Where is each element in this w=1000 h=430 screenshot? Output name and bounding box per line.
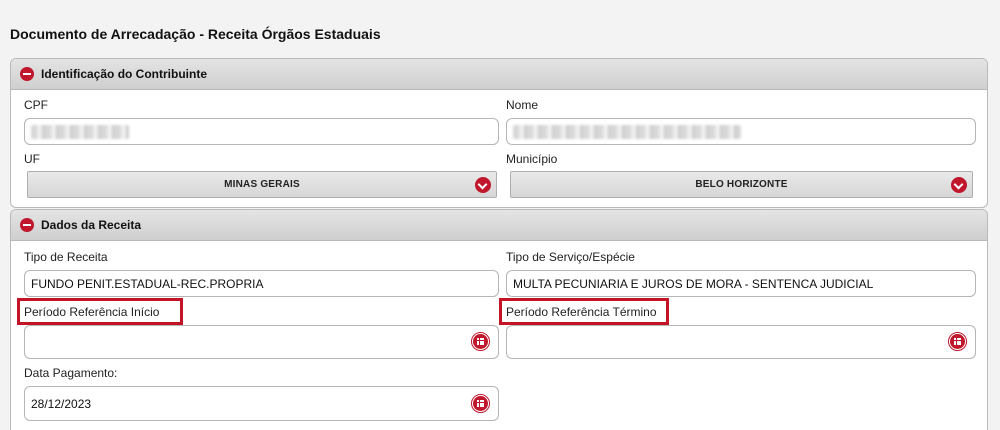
section-dados-receita: Dados da Receita Tipo de Receita FUNDO P… [10,209,988,430]
tipo-receita-label: Tipo de Receita [24,250,108,264]
chevron-down-icon[interactable] [951,177,967,193]
calendar-icon[interactable] [471,394,490,413]
page-title: Documento de Arrecadação - Receita Órgão… [10,26,381,42]
cpf-label: CPF [24,98,48,112]
tipo-servico-field[interactable]: MULTA PECUNIARIA E JUROS DE MORA - SENTE… [506,270,976,297]
section-identificacao-contribuinte: Identificação do Contribuinte CPF Nome U… [10,58,988,208]
data-pagamento-value: 28/12/2023 [31,396,92,411]
periodo-inicio-field[interactable] [24,325,499,359]
municipio-select[interactable]: BELO HORIZONTE [510,171,973,198]
calendar-icon[interactable] [948,332,967,351]
cpf-redacted [31,124,129,139]
section-title-receita: Dados da Receita [41,218,142,232]
periodo-termino-label: Período Referência Término [506,305,657,319]
calendar-icon[interactable] [471,332,490,351]
nome-field[interactable] [506,118,976,145]
section-header-contribuinte[interactable]: Identificação do Contribuinte [11,59,987,90]
nome-redacted [513,124,741,139]
section-title-contribuinte: Identificação do Contribuinte [41,67,208,81]
data-pagamento-label: Data Pagamento: [24,366,118,380]
section-header-receita[interactable]: Dados da Receita [11,210,987,241]
periodo-termino-field[interactable] [506,325,976,359]
periodo-inicio-label: Período Referência Início [24,305,160,319]
uf-label: UF [24,152,40,166]
uf-select[interactable]: MINAS GERAIS [27,171,497,198]
municipio-select-value: BELO HORIZONTE [695,179,788,190]
tipo-servico-label: Tipo de Serviço/Espécie [506,250,635,264]
nome-label: Nome [506,98,539,112]
tipo-receita-value: FUNDO PENIT.ESTADUAL-REC.PROPRIA [31,276,264,291]
tipo-receita-field[interactable]: FUNDO PENIT.ESTADUAL-REC.PROPRIA [24,270,499,297]
data-pagamento-field[interactable]: 28/12/2023 [24,386,499,421]
cpf-field[interactable] [24,118,499,145]
municipio-label: Município [506,152,558,166]
minus-circle-icon[interactable] [20,67,34,81]
tipo-servico-value: MULTA PECUNIARIA E JUROS DE MORA - SENTE… [513,276,874,291]
chevron-down-icon[interactable] [475,177,491,193]
minus-circle-icon[interactable] [20,218,34,232]
uf-select-value: MINAS GERAIS [224,179,300,190]
